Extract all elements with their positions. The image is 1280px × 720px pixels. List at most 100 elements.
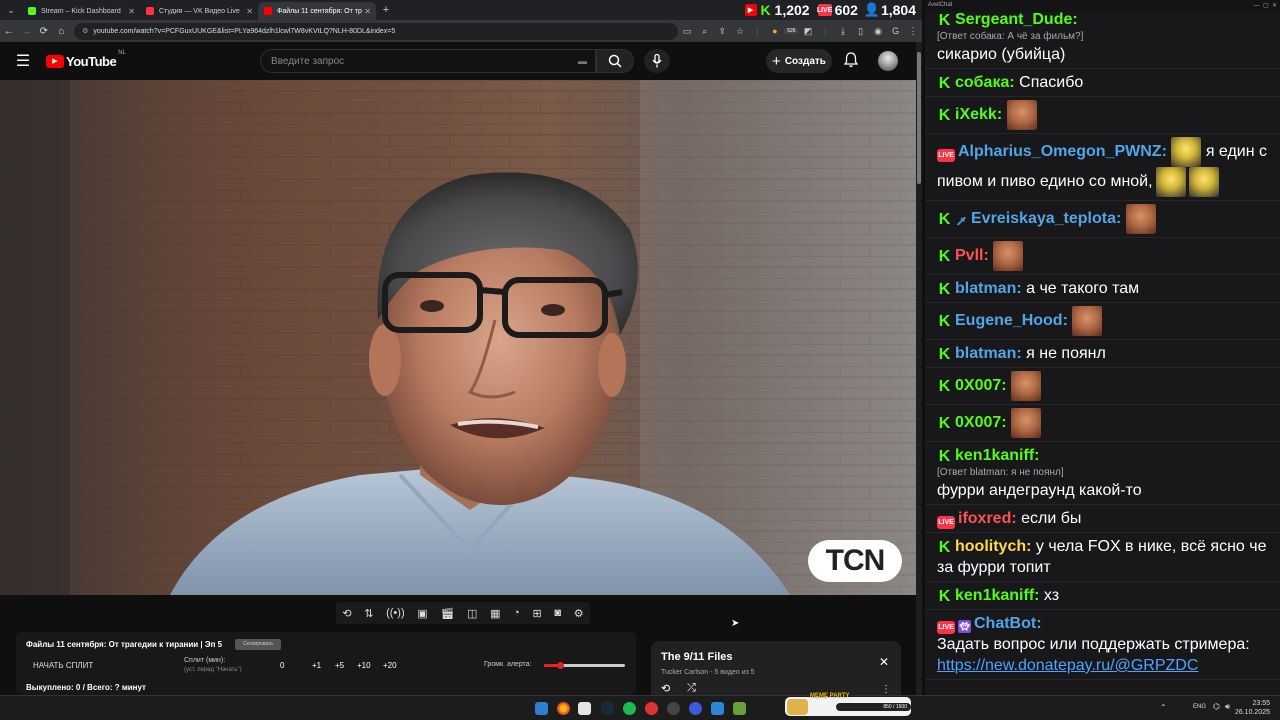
profile-avatar-icon[interactable]: ◉ <box>869 26 887 37</box>
tab-vk-studio[interactable]: Студия — VK Видео Live ✕ <box>140 2 258 20</box>
download-icon[interactable]: ⤓ <box>834 26 852 37</box>
chat-username[interactable]: Evreiskaya_teplota: <box>971 210 1121 227</box>
close-icon[interactable]: ✕ <box>246 7 253 16</box>
video-player[interactable]: TCN <box>0 80 916 595</box>
donate-link[interactable]: https://new.donatepay.ru/@GRPZDC <box>937 657 1198 674</box>
chat-username[interactable]: hoolitych: <box>955 538 1031 555</box>
page-scrollbar-thumb[interactable] <box>917 52 921 184</box>
plus-icon: + <box>772 52 781 70</box>
playlist-title[interactable]: The 9/11 Files <box>661 651 733 663</box>
account-avatar[interactable] <box>878 51 898 71</box>
site-info-icon[interactable]: ⚙ <box>82 27 88 35</box>
close-icon[interactable]: ✕ <box>364 7 371 16</box>
media-player-icon[interactable] <box>689 702 702 715</box>
keyboard-icon[interactable]: ▬ <box>578 56 587 66</box>
kick-viewers-stat: ▶ K 1,202 <box>744 2 810 18</box>
speed-icon[interactable]: ◔ <box>513 607 520 619</box>
alert-volume-thumb[interactable] <box>557 662 564 669</box>
volume-icon[interactable]: 🔊︎ <box>1225 702 1230 712</box>
search-input[interactable]: Введите запрос ▬ <box>260 49 596 73</box>
add-clip-icon[interactable]: ⊞ <box>533 607 542 620</box>
mouse-cursor-icon: ➤ <box>731 618 740 629</box>
search-button[interactable] <box>596 49 634 73</box>
language-indicator[interactable]: ENG <box>1193 704 1206 710</box>
new-tab-button[interactable]: + <box>376 4 396 16</box>
home-icon[interactable]: ⌂ <box>53 26 71 37</box>
close-playlist-icon[interactable]: ✕ <box>879 655 889 669</box>
puzzle-icon[interactable]: ◩ <box>799 26 817 37</box>
reload-icon[interactable]: ⟳ <box>35 26 53 37</box>
chat-username[interactable]: Pvll: <box>955 247 989 264</box>
sidepanel-icon[interactable]: ▯ <box>852 26 870 37</box>
share-icon[interactable]: ⇪ <box>713 26 731 37</box>
windows-start-icon[interactable] <box>535 702 548 715</box>
chat-username[interactable]: Alpharius_Omegon_PWNZ: <box>958 143 1167 160</box>
audio-wave-icon[interactable]: ((•)) <box>386 607 405 619</box>
chat-username[interactable]: blatman: <box>955 280 1022 297</box>
app-icon[interactable] <box>578 702 591 715</box>
chat-username[interactable]: собака: <box>955 74 1015 91</box>
close-icon[interactable]: ✕ <box>128 7 135 16</box>
chat-username[interactable]: Eugene_Hood: <box>955 312 1068 329</box>
tray-chevron-icon[interactable]: ⌃ <box>1160 703 1167 712</box>
add-5-button[interactable]: +5 <box>335 661 344 670</box>
hamburger-menu-icon[interactable]: ☰ <box>0 51 46 71</box>
add-20-button[interactable]: +20 <box>383 661 397 670</box>
chat-username[interactable]: ken1kaniff: <box>955 587 1039 604</box>
alert-volume-slider[interactable] <box>544 662 625 669</box>
menu-kebab-icon[interactable]: ⋮ <box>904 26 922 37</box>
telegram-icon[interactable] <box>711 702 724 715</box>
zoom-icon[interactable]: ⌕ <box>696 26 714 37</box>
kick-badge-icon: K <box>938 281 951 298</box>
chat-username[interactable]: 0X007: <box>955 377 1007 394</box>
app-icon[interactable] <box>733 702 746 715</box>
cast-icon[interactable]: ▭ <box>678 26 696 37</box>
forward-icon[interactable]: → <box>18 26 36 37</box>
add-1-button[interactable]: +1 <box>312 661 321 670</box>
loop-playlist-icon[interactable]: ⟲ <box>661 682 670 695</box>
create-button[interactable]: + Создать <box>766 49 832 73</box>
shuffle-icon[interactable]: ⤮ <box>687 682 696 695</box>
clapper-icon[interactable]: 🎬︎ <box>440 607 454 620</box>
chrome-icon[interactable] <box>557 702 570 715</box>
start-split-button[interactable]: НАЧАТЬ СПЛИТ <box>33 661 93 670</box>
address-bar[interactable]: ⚙ youtube.com/watch?v=PCFGuxUUKGE&list=P… <box>74 22 679 40</box>
copy-title-button[interactable]: Скопировать <box>235 639 281 650</box>
tab-youtube-video[interactable]: Файлы 11 сентября: От тр ✕ <box>258 2 376 20</box>
voice-search-button[interactable] <box>644 49 670 73</box>
chat-username[interactable]: ken1kaniff: <box>955 447 1039 464</box>
google-icon[interactable]: G <box>887 26 905 36</box>
settings-gear-icon[interactable]: ⚙ <box>574 607 584 620</box>
system-clock[interactable]: 23:55 26.10.2025 <box>1235 699 1270 717</box>
tab-kick-dashboard[interactable]: Stream – Kick Dashboard ✕ <box>22 2 140 20</box>
obs-icon[interactable] <box>645 702 658 715</box>
chat-username[interactable]: iXekk: <box>955 106 1002 123</box>
chat-username[interactable]: ChatBot: <box>974 615 1042 632</box>
add-10-button[interactable]: +10 <box>357 661 371 670</box>
playlist-menu-icon[interactable]: ⋮ <box>881 684 891 695</box>
network-icon[interactable]: ⌬ <box>1213 702 1220 711</box>
split-minutes-input[interactable]: 0 <box>280 661 284 670</box>
bookmark-star-icon[interactable]: ☆ <box>731 26 749 37</box>
extension-badge[interactable]: 526 <box>783 28 800 34</box>
cinema-icon[interactable]: ▦ <box>490 607 500 620</box>
back-icon[interactable]: ← <box>0 26 18 37</box>
extension-icon[interactable]: ● <box>766 26 784 36</box>
notifications-bell-icon[interactable] <box>843 52 859 71</box>
steam-icon[interactable] <box>601 702 614 715</box>
app-icon[interactable] <box>667 702 680 715</box>
meme-party-widget[interactable]: MEME PARTY 850 / 1500 <box>785 693 911 716</box>
chat-username[interactable]: 0X007: <box>955 414 1007 431</box>
chat-username[interactable]: Sergeant_Dude: <box>955 11 1078 28</box>
loop-icon[interactable]: ⟲ <box>342 607 351 620</box>
tv-settings-icon[interactable]: ▣ <box>417 607 427 620</box>
chat-username[interactable]: blatman: <box>955 345 1022 362</box>
chat-username[interactable]: ifoxred: <box>958 510 1017 527</box>
screenshot-icon[interactable]: ◙ <box>554 607 561 619</box>
tab-search-icon[interactable]: ⌄ <box>0 5 22 16</box>
pip-icon[interactable]: ◫ <box>467 607 477 620</box>
sort-icon[interactable]: ⇅ <box>364 607 373 620</box>
youtube-logo[interactable]: ▶ YouTube NL <box>46 50 126 69</box>
spotify-icon[interactable] <box>623 702 636 715</box>
chat-message-list[interactable]: K Sergeant_Dude: [Ответ собака: А чё за ф… <box>925 6 1280 680</box>
